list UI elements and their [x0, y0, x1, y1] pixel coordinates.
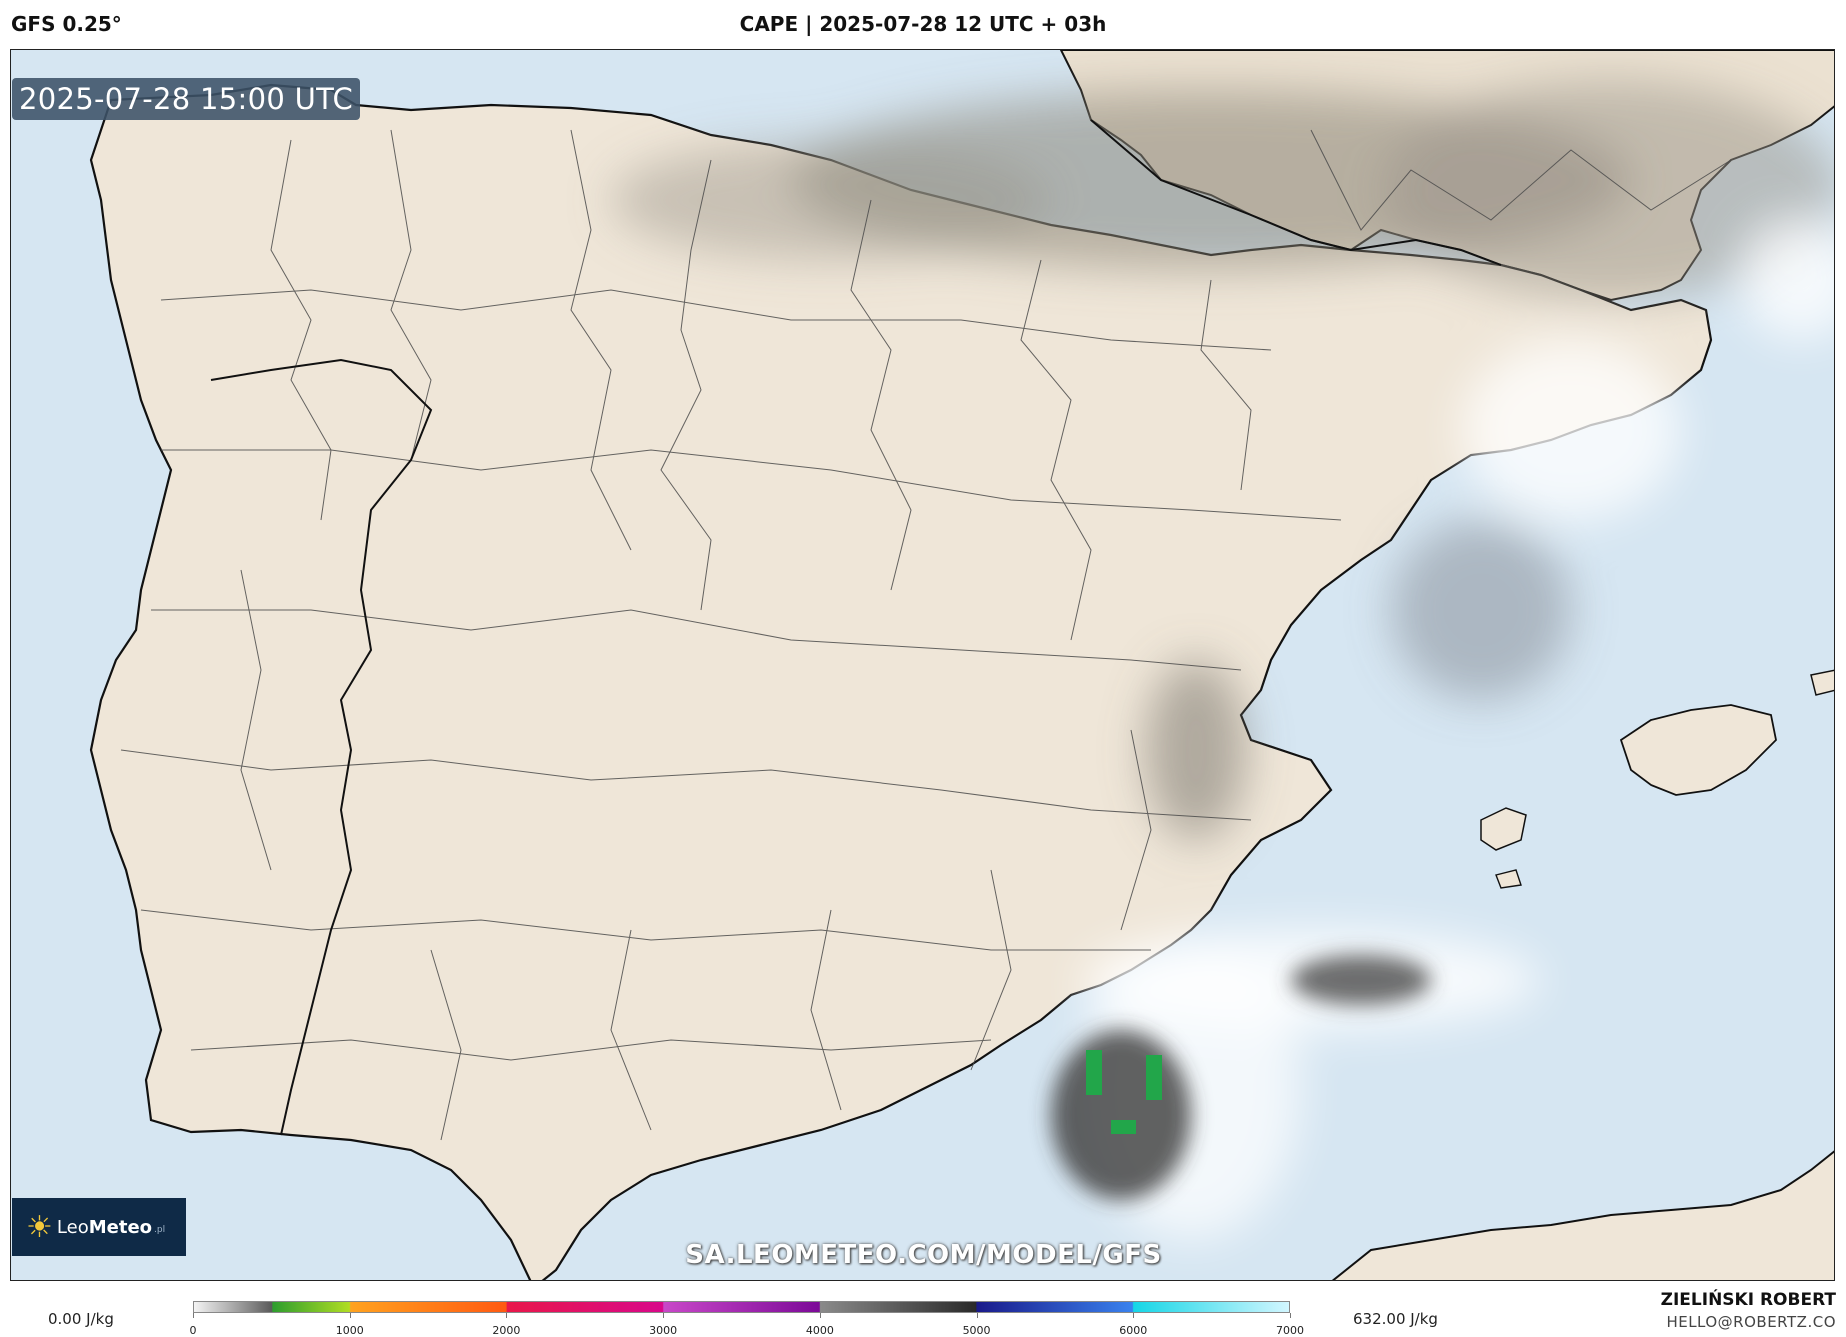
- valid-time-badge: 2025-07-28 15:00 UTC: [12, 78, 361, 120]
- scale-tick: [1290, 1313, 1291, 1318]
- header-bar: GFS 0.25° CAPE | 2025-07-28 12 UTC + 03h: [0, 0, 1846, 50]
- scale-tick: [819, 1313, 821, 1318]
- weather-map[interactable]: 2025-07-28 15:00 UTC ☀ Leo Meteo .pl SA.LE…: [10, 49, 1835, 1281]
- scale-tick: [506, 1313, 508, 1318]
- scale-tick: [193, 1313, 194, 1318]
- site-watermark: SA.LEOMETEO.COM/MODEL/GFS: [685, 1240, 1162, 1270]
- map-title: CAPE | 2025-07-28 12 UTC + 03h: [739, 12, 1107, 36]
- scale-tick: [663, 1313, 665, 1318]
- menorca-island: [1810, 669, 1834, 696]
- scale-tick: [1133, 1313, 1135, 1318]
- scale-tick: [349, 1313, 351, 1318]
- scale-tick-label: 6000: [1119, 1324, 1148, 1337]
- color-scale-bar: [193, 1301, 1290, 1313]
- author-name: ZIELIŃSKI ROBERT: [1660, 1290, 1836, 1310]
- scale-tick-label: 1000: [335, 1324, 364, 1337]
- scale-tick-label: 5000: [962, 1324, 991, 1337]
- legend-max-value: 632.00 J/kg: [1353, 1310, 1438, 1328]
- scale-tick-label: 2000: [492, 1324, 521, 1337]
- cape-cell: [1146, 1055, 1162, 1100]
- scale-tick-label: 0: [189, 1324, 197, 1337]
- scale-tick-label: 3000: [649, 1324, 678, 1337]
- scale-tick: [976, 1313, 978, 1318]
- author-email[interactable]: HELLO@ROBERTZ.CO: [1666, 1313, 1836, 1331]
- scale-tick-label: 7000: [1276, 1324, 1304, 1337]
- cape-cell: [1111, 1120, 1136, 1134]
- cape-cell: [1086, 1050, 1102, 1095]
- scale-tick-label: 4000: [805, 1324, 834, 1337]
- legend-min-value: 0.00 J/kg: [48, 1310, 114, 1328]
- map-canvas: [11, 50, 1834, 1280]
